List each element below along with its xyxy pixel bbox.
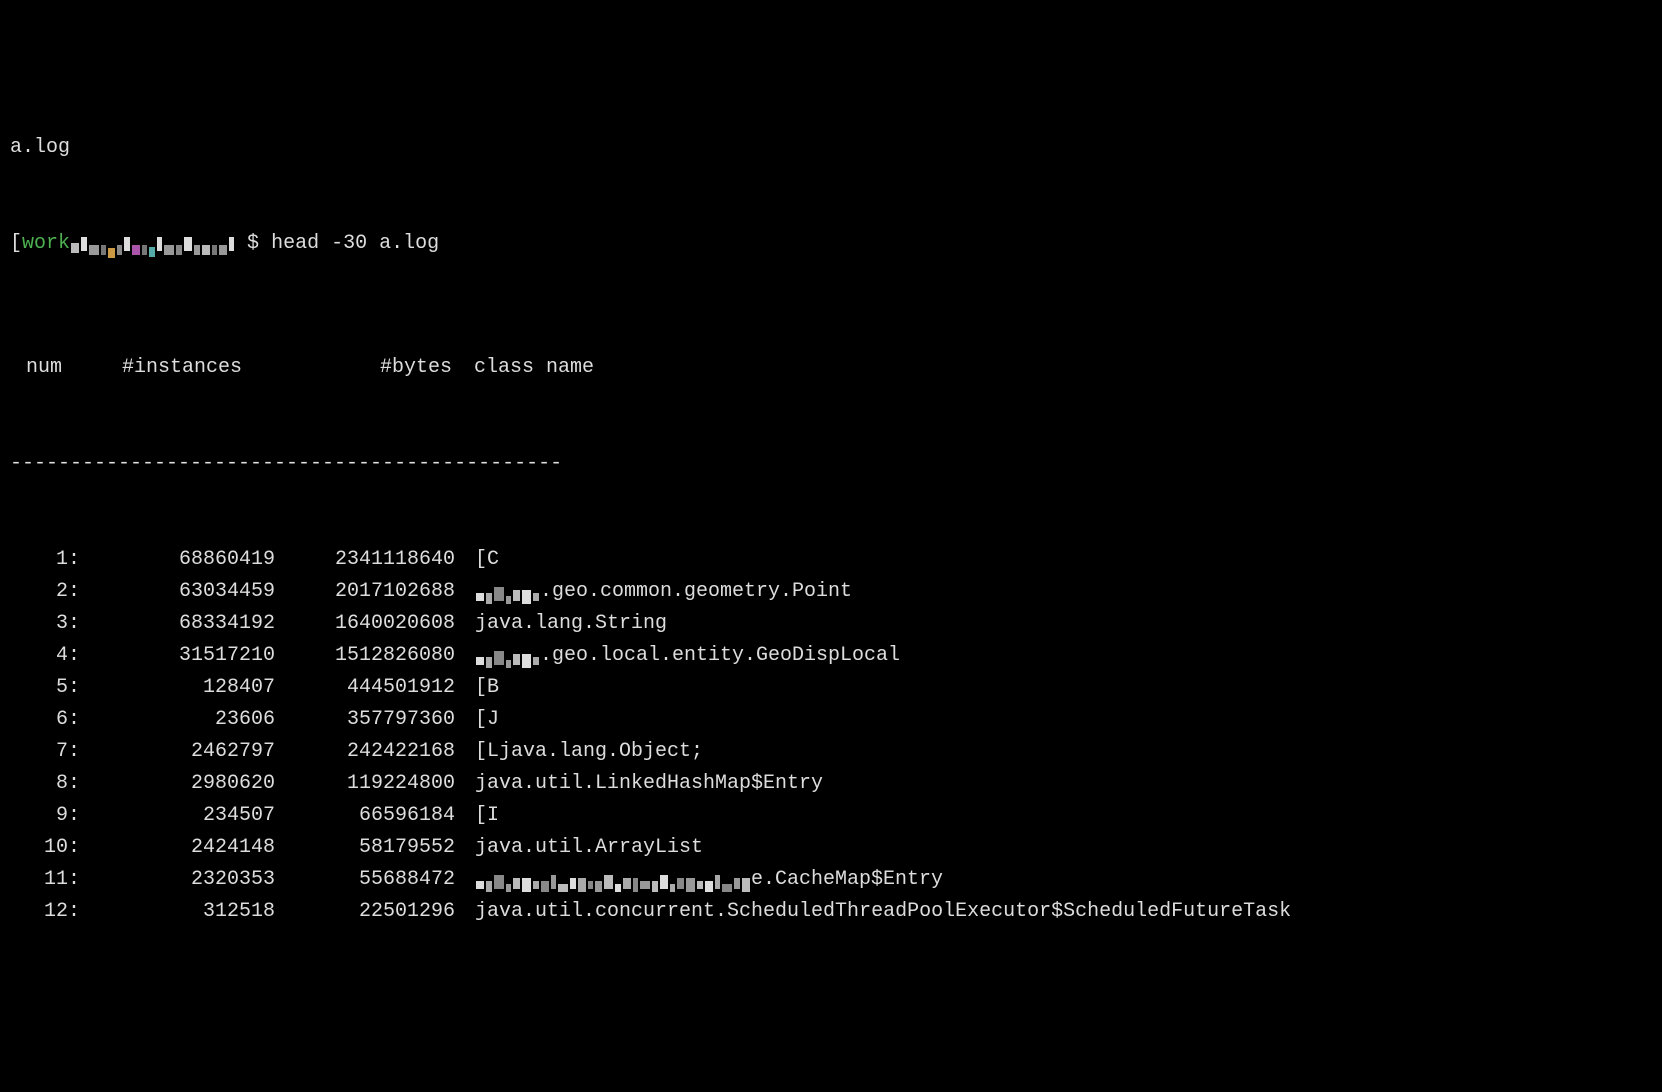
table-row: 7:2462797242422168[Ljava.lang.Object; bbox=[10, 736, 1652, 768]
cell-instances: 2980620 bbox=[80, 768, 275, 800]
prompt-env: work bbox=[22, 232, 70, 255]
cell-classname: [C bbox=[455, 544, 499, 576]
redacted-text bbox=[475, 583, 540, 601]
cell-instances: 312518 bbox=[80, 896, 275, 928]
cell-num: 7: bbox=[10, 736, 80, 768]
cell-num: 2: bbox=[10, 576, 80, 608]
table-row: 5:128407444501912[B bbox=[10, 672, 1652, 704]
cell-instances: 2462797 bbox=[80, 736, 275, 768]
table-row: 4:315172101512826080 .geo.local.entity.Ge… bbox=[10, 640, 1652, 672]
cell-instances: 23606 bbox=[80, 704, 275, 736]
cell-instances: 63034459 bbox=[80, 576, 275, 608]
table-row: 3:683341921640020608java.lang.String bbox=[10, 608, 1652, 640]
cell-classname: java.util.ArrayList bbox=[455, 832, 703, 864]
table-header: num #instances #bytes class name bbox=[10, 352, 1652, 384]
cell-num: 11: bbox=[10, 864, 80, 896]
cell-classname: java.lang.String bbox=[455, 608, 667, 640]
class-suffix: .geo.local.entity.GeoDispLocal bbox=[540, 644, 900, 667]
cell-bytes: 2341118640 bbox=[275, 544, 455, 576]
cell-bytes: 444501912 bbox=[275, 672, 455, 704]
class-suffix: e.CacheMap$Entry bbox=[751, 868, 943, 891]
bracket: [ bbox=[10, 232, 22, 255]
prompt-line[interactable]: [work $ head -30 a.log bbox=[10, 228, 1652, 260]
command-text: head -30 a.log bbox=[271, 232, 439, 255]
cell-num: 5: bbox=[10, 672, 80, 704]
cell-num: 1: bbox=[10, 544, 80, 576]
cell-num: 3: bbox=[10, 608, 80, 640]
cell-classname: .geo.local.entity.GeoDispLocal bbox=[455, 640, 900, 672]
table-row: 6:23606357797360[J bbox=[10, 704, 1652, 736]
table-row: 10:242414858179552java.util.ArrayList bbox=[10, 832, 1652, 864]
table-row: 8:2980620119224800java.util.LinkedHashMa… bbox=[10, 768, 1652, 800]
cell-num: 12: bbox=[10, 896, 80, 928]
header-num: num bbox=[10, 352, 72, 384]
prompt-dollar: $ bbox=[247, 232, 259, 255]
cell-bytes: 242422168 bbox=[275, 736, 455, 768]
cell-classname: e.CacheMap$Entry bbox=[455, 864, 943, 896]
header-instances: #instances bbox=[72, 352, 272, 384]
cell-instances: 128407 bbox=[80, 672, 275, 704]
cell-bytes: 1640020608 bbox=[275, 608, 455, 640]
cell-classname: [Ljava.lang.Object; bbox=[455, 736, 703, 768]
cell-classname: .geo.common.geometry.Point bbox=[455, 576, 852, 608]
cell-classname: [B bbox=[455, 672, 499, 704]
cell-classname: [J bbox=[455, 704, 499, 736]
class-suffix: .geo.common.geometry.Point bbox=[540, 580, 852, 603]
header-bytes: #bytes bbox=[272, 352, 452, 384]
cell-classname: [I bbox=[455, 800, 499, 832]
cell-instances: 2320353 bbox=[80, 864, 275, 896]
table-row: 2:630344592017102688 .geo.common.geometry… bbox=[10, 576, 1652, 608]
log-file-name: a.log bbox=[10, 132, 1652, 164]
table-body: 1:688604192341118640[C2:6303445920171026… bbox=[10, 544, 1652, 928]
cell-bytes: 357797360 bbox=[275, 704, 455, 736]
cell-instances: 31517210 bbox=[80, 640, 275, 672]
cell-instances: 68334192 bbox=[80, 608, 275, 640]
cell-instances: 68860419 bbox=[80, 544, 275, 576]
table-row: 11:232035355688472 e.CacheMap$Entry bbox=[10, 864, 1652, 896]
cell-num: 10: bbox=[10, 832, 80, 864]
prompt-redacted bbox=[70, 235, 235, 253]
table-row: 9:23450766596184[I bbox=[10, 800, 1652, 832]
cell-bytes: 1512826080 bbox=[275, 640, 455, 672]
table-row: 1:688604192341118640[C bbox=[10, 544, 1652, 576]
redacted-text bbox=[475, 647, 540, 665]
cell-instances: 234507 bbox=[80, 800, 275, 832]
header-classname: class name bbox=[452, 352, 594, 384]
redacted-text bbox=[475, 871, 751, 889]
cell-bytes: 55688472 bbox=[275, 864, 455, 896]
cell-classname: java.util.concurrent.ScheduledThreadPool… bbox=[455, 896, 1291, 928]
cell-classname: java.util.LinkedHashMap$Entry bbox=[455, 768, 823, 800]
cell-num: 8: bbox=[10, 768, 80, 800]
cell-num: 9: bbox=[10, 800, 80, 832]
cell-bytes: 119224800 bbox=[275, 768, 455, 800]
cell-bytes: 22501296 bbox=[275, 896, 455, 928]
cell-bytes: 2017102688 bbox=[275, 576, 455, 608]
cell-instances: 2424148 bbox=[80, 832, 275, 864]
table-row: 12:31251822501296java.util.concurrent.Sc… bbox=[10, 896, 1652, 928]
cell-bytes: 66596184 bbox=[275, 800, 455, 832]
cell-num: 4: bbox=[10, 640, 80, 672]
cell-num: 6: bbox=[10, 704, 80, 736]
divider-line: ----------------------------------------… bbox=[10, 448, 1652, 480]
cell-bytes: 58179552 bbox=[275, 832, 455, 864]
